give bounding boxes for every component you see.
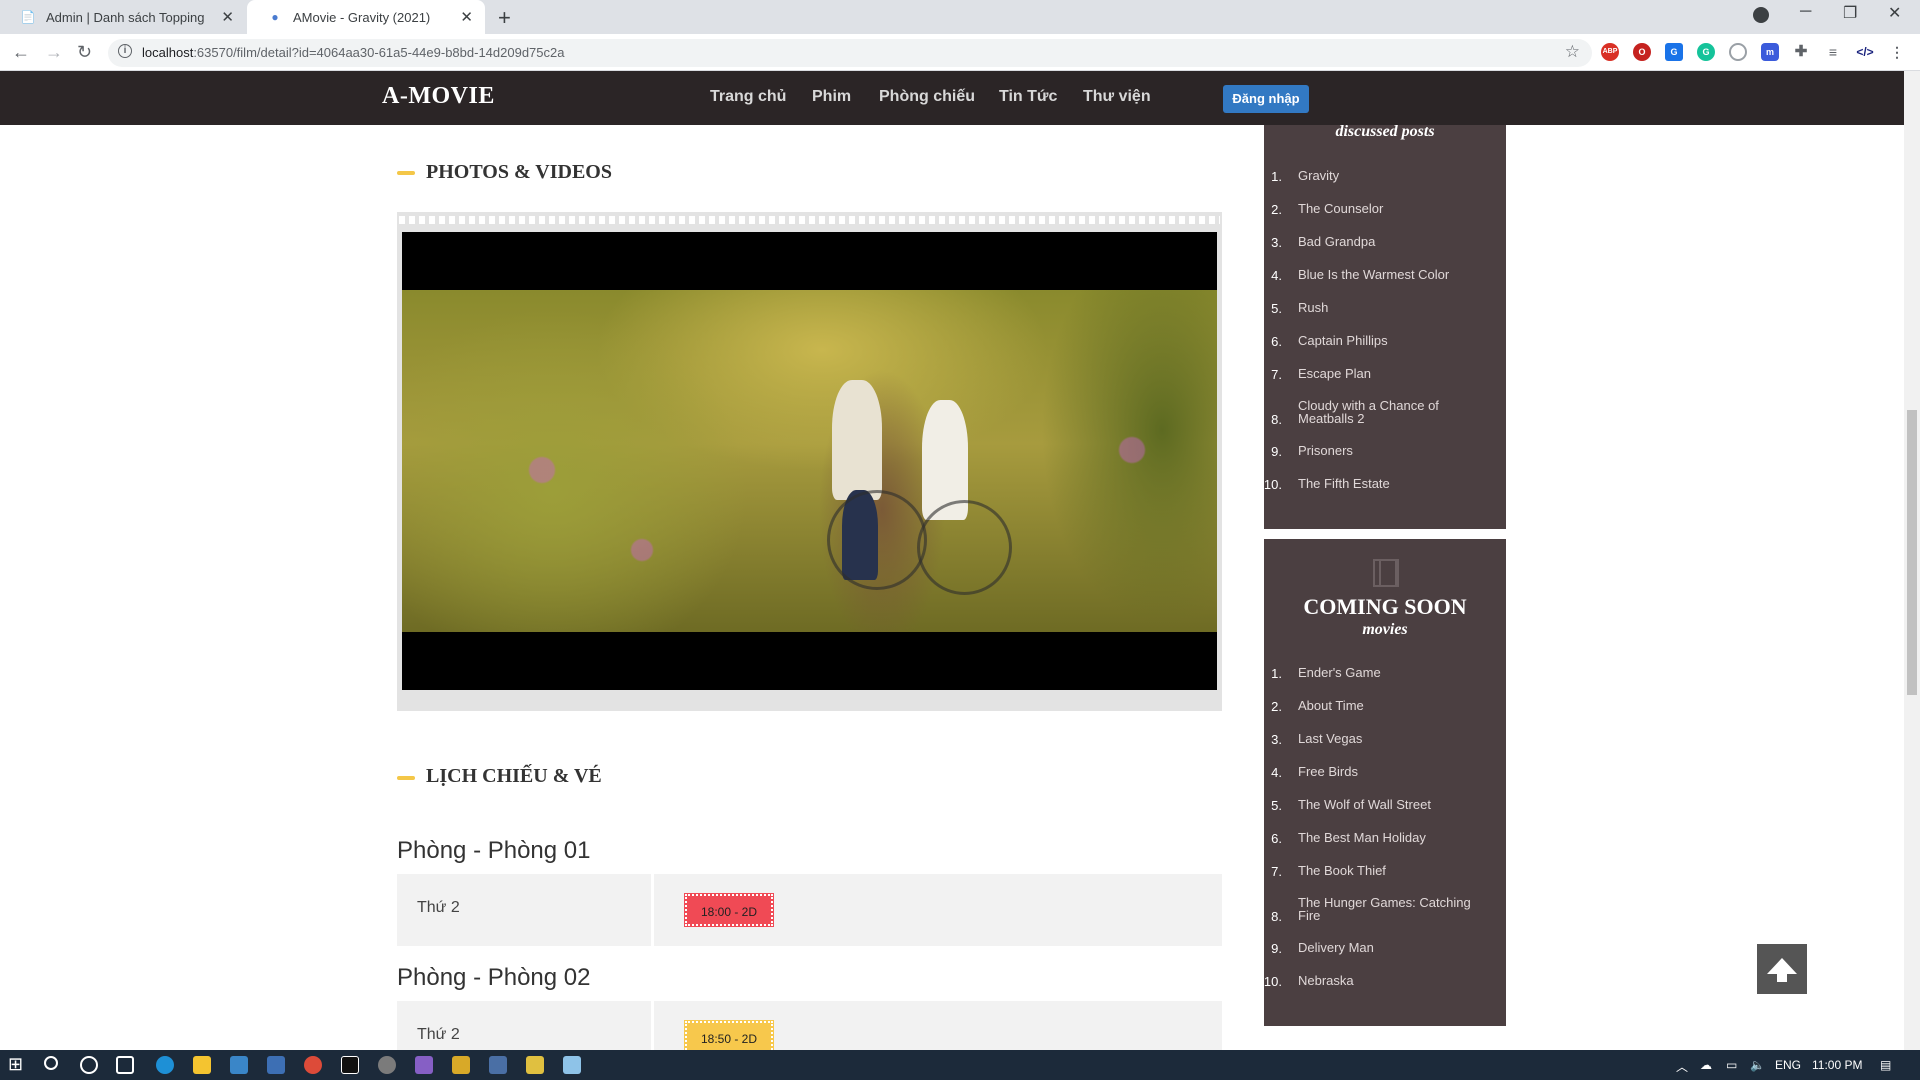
video-still-image bbox=[402, 290, 1217, 632]
coming-soon-box: COMING SOON movies 1. Ender's Game 2. Abou… bbox=[1264, 539, 1506, 1026]
back-to-top-button[interactable] bbox=[1757, 944, 1807, 994]
app-icon[interactable] bbox=[489, 1056, 507, 1074]
network-icon[interactable]: ▭ bbox=[1726, 1058, 1737, 1072]
notepad-icon[interactable] bbox=[526, 1056, 544, 1074]
schedule-heading: LỊCH CHIẾU & VÉ bbox=[426, 765, 602, 787]
film-strip-edge bbox=[399, 216, 1220, 224]
windows-taskbar: ⊞ ︿ ☁ ▭ 🔈 ENG 11:00 PM ▤ bbox=[0, 1050, 1920, 1080]
browser-toolbar: ← → ↻ i localhost:63570/film/detail?id=4… bbox=[0, 34, 1920, 71]
video-frame bbox=[397, 212, 1222, 711]
back-icon[interactable]: ← bbox=[12, 42, 30, 63]
search-icon[interactable] bbox=[44, 1056, 58, 1070]
notifications-icon[interactable]: ▤ bbox=[1880, 1058, 1891, 1072]
video-player[interactable] bbox=[402, 232, 1217, 690]
bookmark-star-icon[interactable]: ☆ bbox=[1565, 42, 1580, 62]
close-tab-icon[interactable]: ✕ bbox=[221, 8, 234, 26]
bicycle-wheel bbox=[827, 490, 927, 590]
tab-title: Admin | Danh sách Topping bbox=[46, 9, 205, 25]
address-bar[interactable]: i localhost:63570/film/detail?id=4064aa3… bbox=[108, 39, 1592, 67]
extensions-icon[interactable]: ✚ bbox=[1792, 43, 1810, 61]
page-viewport: A-MOVIE Trang chủ Phim Phòng chiếu Tin T… bbox=[0, 71, 1904, 1050]
schedule-day: Thứ 2 bbox=[417, 899, 460, 916]
login-button[interactable]: Đăng nhập bbox=[1223, 85, 1309, 113]
mail-icon[interactable] bbox=[267, 1056, 285, 1074]
nav-library[interactable]: Thư viện bbox=[1083, 88, 1151, 106]
schedule-day-cell: Thứ 2 bbox=[397, 1001, 654, 1050]
reading-list-icon[interactable]: ≡ bbox=[1824, 43, 1842, 61]
history-icon[interactable] bbox=[1729, 43, 1747, 61]
windows-start-icon[interactable]: ⊞ bbox=[8, 1055, 26, 1074]
coming-soon-heading: COMING SOON bbox=[1303, 594, 1467, 619]
cortana-icon[interactable] bbox=[80, 1056, 98, 1074]
discussed-posts-box: discussed posts 1. Gravity 2. The Counselo… bbox=[1264, 71, 1506, 529]
nav-home[interactable]: Trang chủ bbox=[710, 88, 786, 106]
close-tab-icon[interactable]: ✕ bbox=[460, 8, 473, 26]
tray-chevron-icon[interactable]: ︿ bbox=[1676, 1058, 1688, 1075]
showtime-ticket[interactable]: 18:50 - 2D bbox=[684, 1020, 774, 1050]
schedule-row: Thứ 2 18:00 - 2D bbox=[397, 874, 1222, 946]
coming-soon-subheading: movies bbox=[1362, 621, 1408, 638]
forward-icon[interactable]: → bbox=[45, 42, 63, 63]
nav-movies[interactable]: Phim bbox=[812, 88, 851, 106]
webstorm-icon[interactable] bbox=[341, 1056, 359, 1074]
task-view-icon[interactable] bbox=[116, 1056, 134, 1074]
translate-icon[interactable]: G bbox=[1665, 43, 1683, 61]
nav-news[interactable]: Tin Tức bbox=[999, 88, 1057, 106]
grammarly-icon[interactable]: G bbox=[1697, 43, 1715, 61]
person-figure bbox=[832, 380, 882, 500]
volume-icon[interactable]: 🔈 bbox=[1750, 1058, 1765, 1072]
clock[interactable]: 11:00 PM bbox=[1812, 1058, 1862, 1072]
new-tab-icon[interactable]: + bbox=[498, 5, 511, 31]
scrollbar-thumb[interactable] bbox=[1907, 410, 1917, 695]
adblock-icon[interactable]: ABP bbox=[1601, 43, 1619, 61]
visual-studio-icon[interactable] bbox=[415, 1056, 433, 1074]
app-icon[interactable] bbox=[452, 1056, 470, 1074]
url-text: localhost:63570/film/detail?id=4064aa30-… bbox=[142, 45, 565, 60]
onedrive-icon[interactable]: ☁ bbox=[1700, 1058, 1712, 1072]
devtools-icon[interactable]: </> bbox=[1856, 43, 1874, 61]
browser-tab-bar: 📄 Admin | Danh sách Topping ✕ ● AMovie -… bbox=[0, 0, 1920, 34]
site-logo[interactable]: A-MOVIE bbox=[382, 83, 495, 110]
discussed-subheading: discussed posts bbox=[1335, 123, 1435, 140]
showtime-ticket[interactable]: 18:00 - 2D bbox=[684, 893, 774, 927]
file-explorer-icon[interactable] bbox=[193, 1056, 211, 1074]
edge-icon[interactable] bbox=[156, 1056, 174, 1074]
reload-icon[interactable]: ↻ bbox=[77, 42, 92, 63]
tab-title: AMovie - Gravity (2021) bbox=[293, 9, 431, 25]
messenger-icon[interactable]: m bbox=[1761, 43, 1779, 61]
browser-tab-admin[interactable]: 📄 Admin | Danh sách Topping ✕ bbox=[0, 0, 246, 34]
room-title: Phòng - Phòng 02 bbox=[397, 964, 591, 991]
heading-accent bbox=[397, 171, 415, 175]
store-icon[interactable] bbox=[230, 1056, 248, 1074]
photos-videos-heading: PHOTOS & VIDEOS bbox=[426, 161, 612, 183]
room-title: Phòng - Phòng 01 bbox=[397, 837, 591, 864]
chrome-icon[interactable] bbox=[304, 1056, 322, 1074]
restore-icon[interactable]: ❐ bbox=[1843, 3, 1857, 23]
bicycle-wheel bbox=[917, 500, 1012, 595]
schedule-row: Thứ 2 18:50 - 2D bbox=[397, 1001, 1222, 1050]
heading-accent bbox=[397, 776, 415, 780]
schedule-day: Thứ 2 bbox=[417, 1026, 460, 1043]
opera-icon[interactable]: O bbox=[1633, 43, 1651, 61]
nav-rooms[interactable]: Phòng chiếu bbox=[879, 88, 975, 106]
document-icon: 📄 bbox=[20, 10, 36, 24]
app-icon[interactable] bbox=[563, 1056, 581, 1074]
minimize-icon[interactable]: ─ bbox=[1800, 3, 1811, 21]
schedule-day-cell: Thứ 2 bbox=[397, 874, 654, 946]
site-header: A-MOVIE Trang chủ Phim Phòng chiếu Tin T… bbox=[0, 71, 1904, 125]
browser-tab-amovie[interactable]: ● AMovie - Gravity (2021) ✕ bbox=[247, 0, 485, 34]
site-favicon-icon: ● bbox=[271, 10, 279, 24]
language-indicator[interactable]: ENG bbox=[1775, 1058, 1801, 1072]
profile-icon[interactable] bbox=[1753, 7, 1769, 23]
menu-icon[interactable]: ⋮ bbox=[1888, 43, 1906, 61]
info-icon[interactable]: i bbox=[118, 44, 132, 58]
window-close-icon[interactable]: ✕ bbox=[1888, 3, 1901, 23]
app-icon[interactable] bbox=[378, 1056, 396, 1074]
film-strip-icon bbox=[1373, 559, 1399, 587]
